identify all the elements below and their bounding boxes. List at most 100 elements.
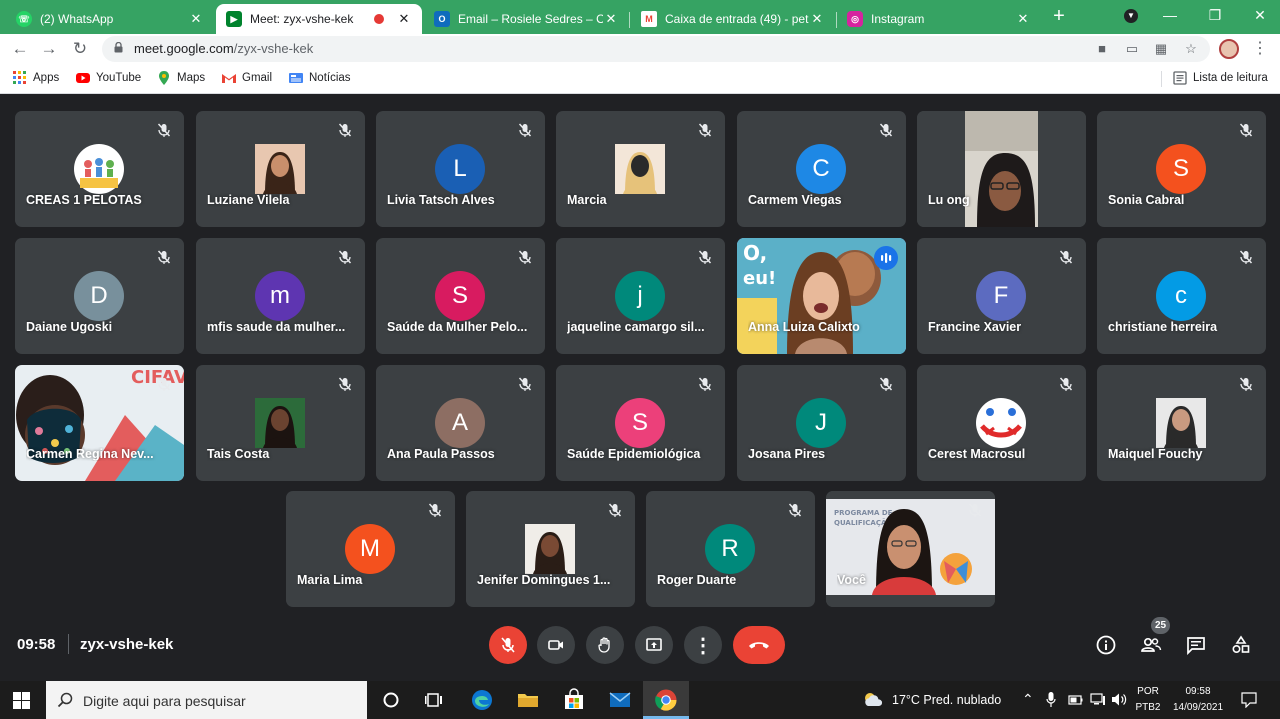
chat-button[interactable]: [1181, 630, 1211, 660]
meeting-details-button[interactable]: [1091, 630, 1121, 660]
bookmark-apps[interactable]: Apps: [13, 71, 59, 85]
qr-code-icon[interactable]: ▦: [1153, 41, 1169, 57]
activities-button[interactable]: [1226, 630, 1256, 660]
participant-name: christiane herreira: [1108, 320, 1218, 334]
tab-meet[interactable]: ▶ Meet: zyx-vshe-kek ✕: [216, 4, 422, 34]
bookmark-gmail[interactable]: Gmail: [222, 71, 272, 85]
participant-name: Carmem Viegas: [748, 193, 842, 207]
participant-tile[interactable]: Luziane Vilela: [196, 111, 365, 227]
participant-name: Maiquel Fouchy: [1108, 447, 1203, 461]
participant-tile[interactable]: S Saúde Epidemiológica: [556, 365, 725, 481]
reload-button[interactable]: ↻: [68, 37, 92, 61]
back-button[interactable]: ←: [8, 37, 32, 61]
cast-icon[interactable]: ▭: [1124, 41, 1140, 57]
close-icon[interactable]: ✕: [396, 11, 412, 27]
input-language-bottom[interactable]: PTB2: [1134, 702, 1162, 713]
raise-hand-button[interactable]: [586, 626, 624, 664]
youtube-icon: [76, 73, 90, 83]
restore-button[interactable]: ❐: [1195, 4, 1235, 28]
participant-tile[interactable]: Maiquel Fouchy: [1097, 365, 1266, 481]
mic-off-icon: [1236, 120, 1256, 140]
chevron-down-icon: ▼: [1124, 9, 1138, 23]
close-icon[interactable]: ✕: [188, 11, 204, 27]
bookmark-youtube[interactable]: YouTube: [76, 71, 141, 85]
participant-tile[interactable]: Tais Costa: [196, 365, 365, 481]
battery-plug-icon[interactable]: [1067, 693, 1083, 706]
participant-tile[interactable]: L Livia Tatsch Alves: [376, 111, 545, 227]
profile-avatar[interactable]: [1219, 39, 1239, 59]
microsoft-store-icon[interactable]: [562, 688, 586, 712]
taskbar-search-box[interactable]: Digite aqui para pesquisar: [46, 681, 367, 719]
tab-instagram[interactable]: ◎ Instagram ✕: [837, 4, 1041, 34]
camera-icon[interactable]: ■: [1094, 41, 1110, 57]
participant-tile[interactable]: j jaqueline camargo sil...: [556, 238, 725, 354]
bookmark-label: Apps: [33, 72, 60, 84]
bookmark-maps[interactable]: Maps: [157, 71, 205, 85]
address-bar[interactable]: meet.google.com/zyx-vshe-kek ■ ▭ ▦ ☆: [102, 36, 1210, 62]
more-options-button[interactable]: ⋮: [684, 626, 722, 664]
more-menu-icon[interactable]: ⋮: [1252, 39, 1268, 59]
forward-button[interactable]: →: [37, 37, 61, 61]
close-icon[interactable]: ✕: [1015, 11, 1031, 27]
close-window-button[interactable]: ✕: [1240, 4, 1280, 28]
clock-date[interactable]: 14/09/2021: [1167, 702, 1229, 713]
chrome-taskbar-button[interactable]: [643, 681, 689, 719]
network-icon[interactable]: [1090, 693, 1106, 706]
close-icon[interactable]: ✕: [603, 11, 619, 27]
clock-time[interactable]: 09:58: [1171, 686, 1225, 697]
participant-photo-avatar: [615, 144, 665, 194]
new-tab-button[interactable]: +: [1048, 6, 1070, 28]
weather-text[interactable]: 17°C Pred. nublado: [892, 693, 1001, 707]
participant-tile[interactable]: S Saúde da Mulher Pelo...: [376, 238, 545, 354]
task-view-icon[interactable]: [423, 688, 447, 712]
participant-tile[interactable]: PROGRAMA DE QUALIFICAÇÃO Você: [826, 491, 995, 607]
tab-outlook[interactable]: O Email – Rosiele Sedres – Outl ✕: [424, 4, 629, 34]
microphone-tray-icon[interactable]: [1046, 692, 1056, 708]
present-screen-button[interactable]: [635, 626, 673, 664]
participant-tile[interactable]: D Daiane Ugoski: [15, 238, 184, 354]
leave-call-button[interactable]: [733, 626, 785, 664]
reading-list-button[interactable]: Lista de leitura: [1173, 71, 1268, 85]
tab-gmail[interactable]: M Caixa de entrada (49) - peti.p ✕: [631, 4, 835, 34]
mail-app-icon[interactable]: [608, 688, 632, 712]
microphone-toggle-button[interactable]: [489, 626, 527, 664]
participant-tile[interactable]: S Sonia Cabral: [1097, 111, 1266, 227]
meet-stage: CREAS 1 PELOTAS Luziane Vilela L Livia Tats…: [0, 95, 1280, 681]
participant-tile[interactable]: A Ana Paula Passos: [376, 365, 545, 481]
close-icon[interactable]: ✕: [809, 11, 825, 27]
reading-list-label: Lista de leitura: [1193, 72, 1268, 84]
bookmark-star-icon[interactable]: ☆: [1183, 41, 1199, 57]
participant-tile[interactable]: m mfis saude da mulher...: [196, 238, 365, 354]
chevron-up-icon[interactable]: ⌃: [1022, 691, 1034, 708]
participant-tile[interactable]: R Roger Duarte: [646, 491, 815, 607]
participant-tile[interactable]: Jenifer Domingues 1...: [466, 491, 635, 607]
participant-video-feed: [917, 111, 1086, 227]
minimize-button[interactable]: —: [1150, 4, 1190, 28]
participants-button[interactable]: [1136, 630, 1166, 660]
tab-whatsapp[interactable]: ☏ (2) WhatsApp ✕: [6, 4, 214, 34]
bookmark-news[interactable]: Notícias: [289, 71, 351, 85]
file-explorer-icon[interactable]: [516, 688, 540, 712]
windows-start-icon[interactable]: [13, 692, 30, 709]
participant-tile[interactable]: Lu ong: [917, 111, 1086, 227]
participant-initial-avatar: M: [345, 524, 395, 574]
participant-tile[interactable]: C Carmem Viegas: [737, 111, 906, 227]
participant-tile[interactable]: Cerest Macrosul: [917, 365, 1086, 481]
instagram-icon: ◎: [847, 11, 863, 27]
participant-tile[interactable]: J Josana Pires: [737, 365, 906, 481]
notifications-icon[interactable]: [1241, 692, 1257, 708]
creas-logo-avatar: [74, 144, 124, 194]
volume-icon[interactable]: [1111, 692, 1127, 707]
camera-toggle-button[interactable]: [537, 626, 575, 664]
input-language-top[interactable]: POR: [1136, 686, 1160, 697]
participant-tile[interactable]: CREAS 1 PELOTAS: [15, 111, 184, 227]
participant-tile[interactable]: F Francine Xavier: [917, 238, 1086, 354]
cortana-icon[interactable]: [379, 688, 403, 712]
participant-tile[interactable]: O, eu! Anna Luiza Calixto: [737, 238, 906, 354]
participant-tile[interactable]: c christiane herreira: [1097, 238, 1266, 354]
participant-tile[interactable]: CIFAVECarmen Regina Nev...: [15, 365, 184, 481]
edge-browser-icon[interactable]: [470, 688, 494, 712]
participant-tile[interactable]: M Maria Lima: [286, 491, 455, 607]
participant-tile[interactable]: Marcia: [556, 111, 725, 227]
tab-search-button[interactable]: ▼: [1111, 4, 1151, 28]
